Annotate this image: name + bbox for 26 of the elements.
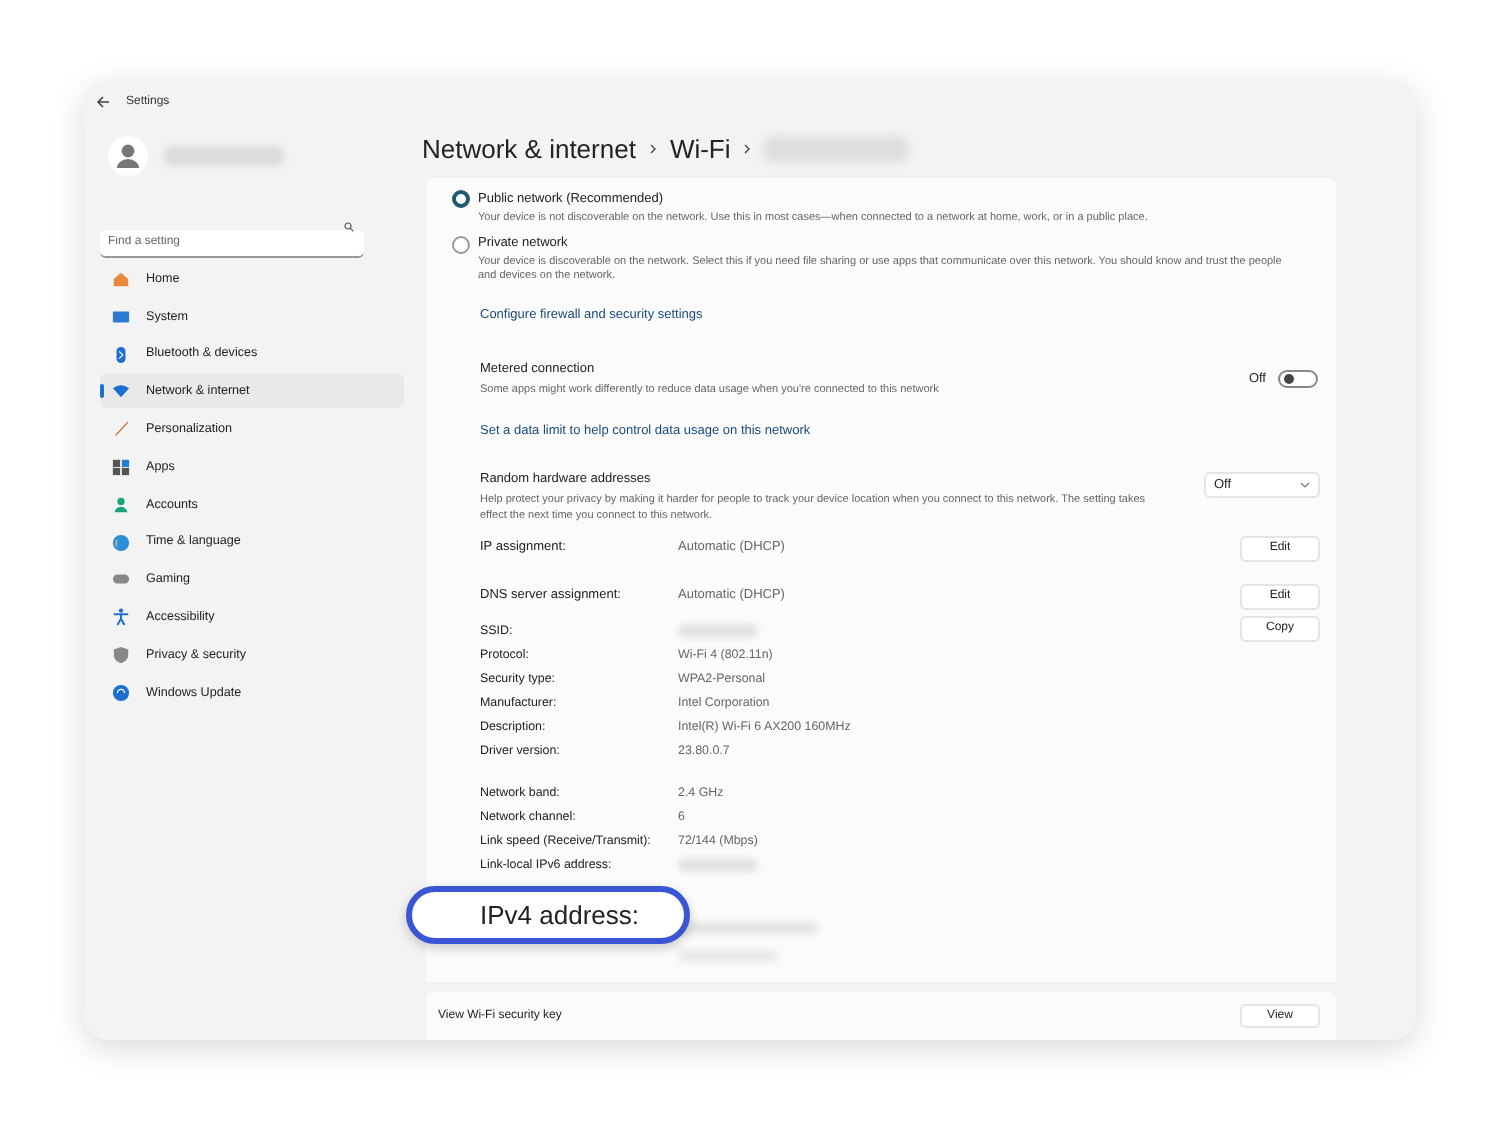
chevron-down-icon <box>1300 482 1310 489</box>
bluetooth-icon <box>112 345 130 364</box>
apps-grid-icon <box>112 457 130 476</box>
ipv4-address-label: IPv4 address: <box>480 897 639 934</box>
back-arrow-icon[interactable] <box>96 96 110 108</box>
search-icon <box>344 221 354 231</box>
blurred-value <box>678 858 758 873</box>
chevron-icon <box>649 144 656 155</box>
radio-button[interactable] <box>452 235 470 254</box>
breadcrumb-link[interactable]: Network & internet <box>422 130 636 170</box>
blurred-address-value <box>678 922 818 935</box>
brush-icon <box>112 420 130 439</box>
avatar-icon <box>108 136 148 176</box>
wifi-icon <box>112 382 130 401</box>
metered-toggle[interactable] <box>1278 370 1318 389</box>
blurred-value <box>678 624 758 639</box>
sync-icon <box>112 683 130 702</box>
accessibility-icon <box>112 608 130 627</box>
shield-icon <box>112 645 130 664</box>
monitor-icon <box>112 307 130 326</box>
selection-indicator <box>100 384 103 399</box>
house-icon <box>112 270 130 288</box>
chevron-icon <box>744 144 751 155</box>
person-icon <box>112 495 130 514</box>
radio-button[interactable] <box>452 190 470 209</box>
breadcrumb-link[interactable]: Wi-Fi <box>669 130 731 170</box>
